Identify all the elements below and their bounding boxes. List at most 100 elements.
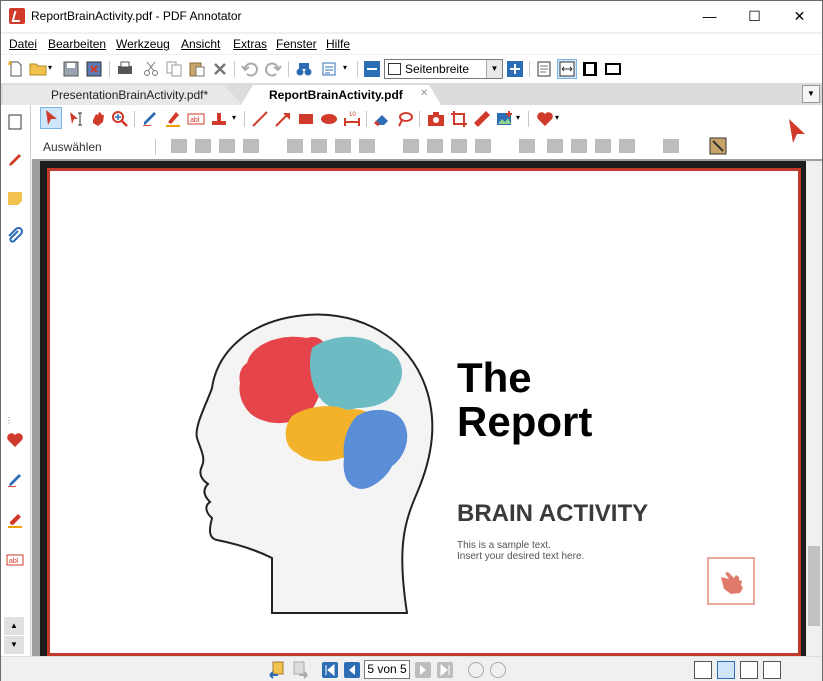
rotate-icon[interactable] xyxy=(519,139,535,153)
zoom-in-icon[interactable] xyxy=(506,60,524,78)
single-page-view-button[interactable] xyxy=(694,661,712,679)
continuous-view-button[interactable] xyxy=(717,661,735,679)
text-box-tool-icon[interactable]: abl xyxy=(187,110,205,128)
fit-page-icon[interactable] xyxy=(535,60,553,78)
menu-hilfe[interactable]: Hilfe xyxy=(326,37,350,51)
bring-to-front-icon[interactable] xyxy=(595,139,611,153)
arrow-tool-icon[interactable] xyxy=(274,110,292,128)
annotations-panel-pen-icon[interactable] xyxy=(6,151,24,169)
full-screen-icon[interactable] xyxy=(581,60,599,78)
align-bottom-icon[interactable] xyxy=(451,139,467,153)
rectangle-tool-icon[interactable] xyxy=(297,110,315,128)
text-select-icon[interactable] xyxy=(67,110,85,128)
menu-bearbeiten[interactable]: Bearbeiten xyxy=(48,37,106,51)
zoom-tool-icon[interactable] xyxy=(111,110,129,128)
pen-tool-icon[interactable] xyxy=(141,110,159,128)
scrollbar-thumb[interactable] xyxy=(808,546,820,626)
page-number-input[interactable]: 5 von 5 xyxy=(364,660,410,679)
sidebar-scroll-up-button[interactable]: ▲ xyxy=(4,617,24,635)
favorites-dropdown-arrow-icon[interactable]: ▾ xyxy=(555,113,559,122)
history-forward-button[interactable] xyxy=(490,662,506,678)
page-setup-icon[interactable] xyxy=(321,60,339,78)
align-left-icon[interactable] xyxy=(287,139,303,153)
line-tool-icon[interactable] xyxy=(251,110,269,128)
notes-panel-icon[interactable] xyxy=(6,189,24,207)
ellipse-tool-icon[interactable] xyxy=(320,110,338,128)
tab-close-icon[interactable]: ✕ xyxy=(420,88,428,99)
crop-tool-icon[interactable] xyxy=(450,110,468,128)
align-middle-icon[interactable] xyxy=(427,139,443,153)
group-icon[interactable] xyxy=(171,139,187,153)
stamp-dropdown-arrow-icon[interactable]: ▾ xyxy=(232,113,236,122)
next-page-button[interactable] xyxy=(415,662,431,678)
save-icon[interactable] xyxy=(62,60,80,78)
minimize-button[interactable]: — xyxy=(687,1,732,31)
open-dropdown-arrow-icon[interactable]: ▾ xyxy=(48,63,52,72)
vertical-scrollbar[interactable] xyxy=(806,161,822,656)
menu-extras[interactable]: Extras xyxy=(233,37,267,51)
distribute-vertical-icon[interactable] xyxy=(475,139,491,153)
favorite-highlighter-icon[interactable] xyxy=(6,511,24,529)
distribute-horizontal-icon[interactable] xyxy=(359,139,375,153)
cut-icon[interactable] xyxy=(142,60,160,78)
eraser-tool-icon[interactable] xyxy=(373,110,391,128)
insert-image-icon[interactable] xyxy=(496,110,514,128)
send-to-back-icon[interactable] xyxy=(619,139,635,153)
properties-icon[interactable] xyxy=(709,137,727,155)
measure-tool-icon[interactable]: 10 xyxy=(343,110,361,128)
previous-page-button[interactable] xyxy=(344,662,360,678)
add-to-favorites-icon[interactable] xyxy=(663,139,679,153)
open-folder-icon[interactable] xyxy=(29,60,47,78)
attachments-panel-icon[interactable] xyxy=(6,227,24,245)
menu-werkzeug[interactable]: Werkzeug xyxy=(116,37,170,51)
history-back-button[interactable] xyxy=(468,662,484,678)
back-navigation-icon[interactable] xyxy=(268,661,286,679)
zoom-out-icon[interactable] xyxy=(363,60,381,78)
maximize-button[interactable]: ☐ xyxy=(732,1,777,31)
zoom-dropdown-arrow-icon[interactable]: ▼ xyxy=(486,60,502,78)
forward-navigation-icon[interactable] xyxy=(291,661,309,679)
ungroup-icon[interactable] xyxy=(195,139,211,153)
snapshot-camera-icon[interactable] xyxy=(427,110,445,128)
favorites-heart-icon[interactable] xyxy=(536,110,554,128)
align-right-icon[interactable] xyxy=(335,139,351,153)
document-viewport[interactable]: The Report BRAIN ACTIVITY This is a samp… xyxy=(32,159,822,656)
hand-annotation-box[interactable] xyxy=(707,557,755,605)
hand-scroll-icon[interactable] xyxy=(89,110,107,128)
first-page-button[interactable] xyxy=(322,662,338,678)
presentation-mode-icon[interactable] xyxy=(604,60,622,78)
align-center-icon[interactable] xyxy=(311,139,327,153)
zoom-select[interactable]: Seitenbreite ▼ xyxy=(384,59,503,79)
two-page-view-button[interactable] xyxy=(740,661,758,679)
last-page-button[interactable] xyxy=(437,662,453,678)
new-document-icon[interactable] xyxy=(7,60,25,78)
select-tool-button[interactable] xyxy=(40,107,62,129)
lock-icon[interactable] xyxy=(219,139,235,153)
highlighter-tool-icon[interactable] xyxy=(164,110,182,128)
pages-panel-icon[interactable] xyxy=(6,113,24,131)
find-binoculars-icon[interactable] xyxy=(295,60,313,78)
delete-icon[interactable] xyxy=(211,60,229,78)
sidebar-scroll-down-button[interactable]: ▼ xyxy=(4,636,24,654)
print-icon[interactable] xyxy=(116,60,134,78)
save-as-icon[interactable] xyxy=(85,60,103,78)
tab-reportbrainactivity[interactable]: ReportBrainActivity.pdf xyxy=(241,85,441,105)
ruler-tool-icon[interactable] xyxy=(473,110,491,128)
fit-width-view-icon[interactable] xyxy=(557,59,577,79)
favorites-heart-icon[interactable] xyxy=(6,431,24,449)
sidebar-grip[interactable]: ⋮ xyxy=(5,416,14,425)
two-page-continuous-view-button[interactable] xyxy=(763,661,781,679)
menu-ansicht[interactable]: Ansicht xyxy=(181,37,220,51)
pdf-page[interactable]: The Report BRAIN ACTIVITY This is a samp… xyxy=(52,173,796,653)
favorite-pen-icon[interactable] xyxy=(6,471,24,489)
menu-datei[interactable]: Datei xyxy=(9,37,37,51)
tab-list-dropdown-button[interactable]: ▼ xyxy=(802,85,820,103)
tab-presentationbrainactivity[interactable]: PresentationBrainActivity.pdf* xyxy=(3,85,243,105)
favorite-text-box-icon[interactable]: abl xyxy=(6,551,24,569)
flip-horizontal-icon[interactable] xyxy=(571,139,587,153)
unlock-icon[interactable] xyxy=(243,139,259,153)
align-top-icon[interactable] xyxy=(403,139,419,153)
stamp-tool-icon[interactable] xyxy=(210,110,228,128)
insert-dropdown-arrow-icon[interactable]: ▾ xyxy=(516,113,520,122)
copy-icon[interactable] xyxy=(165,60,183,78)
